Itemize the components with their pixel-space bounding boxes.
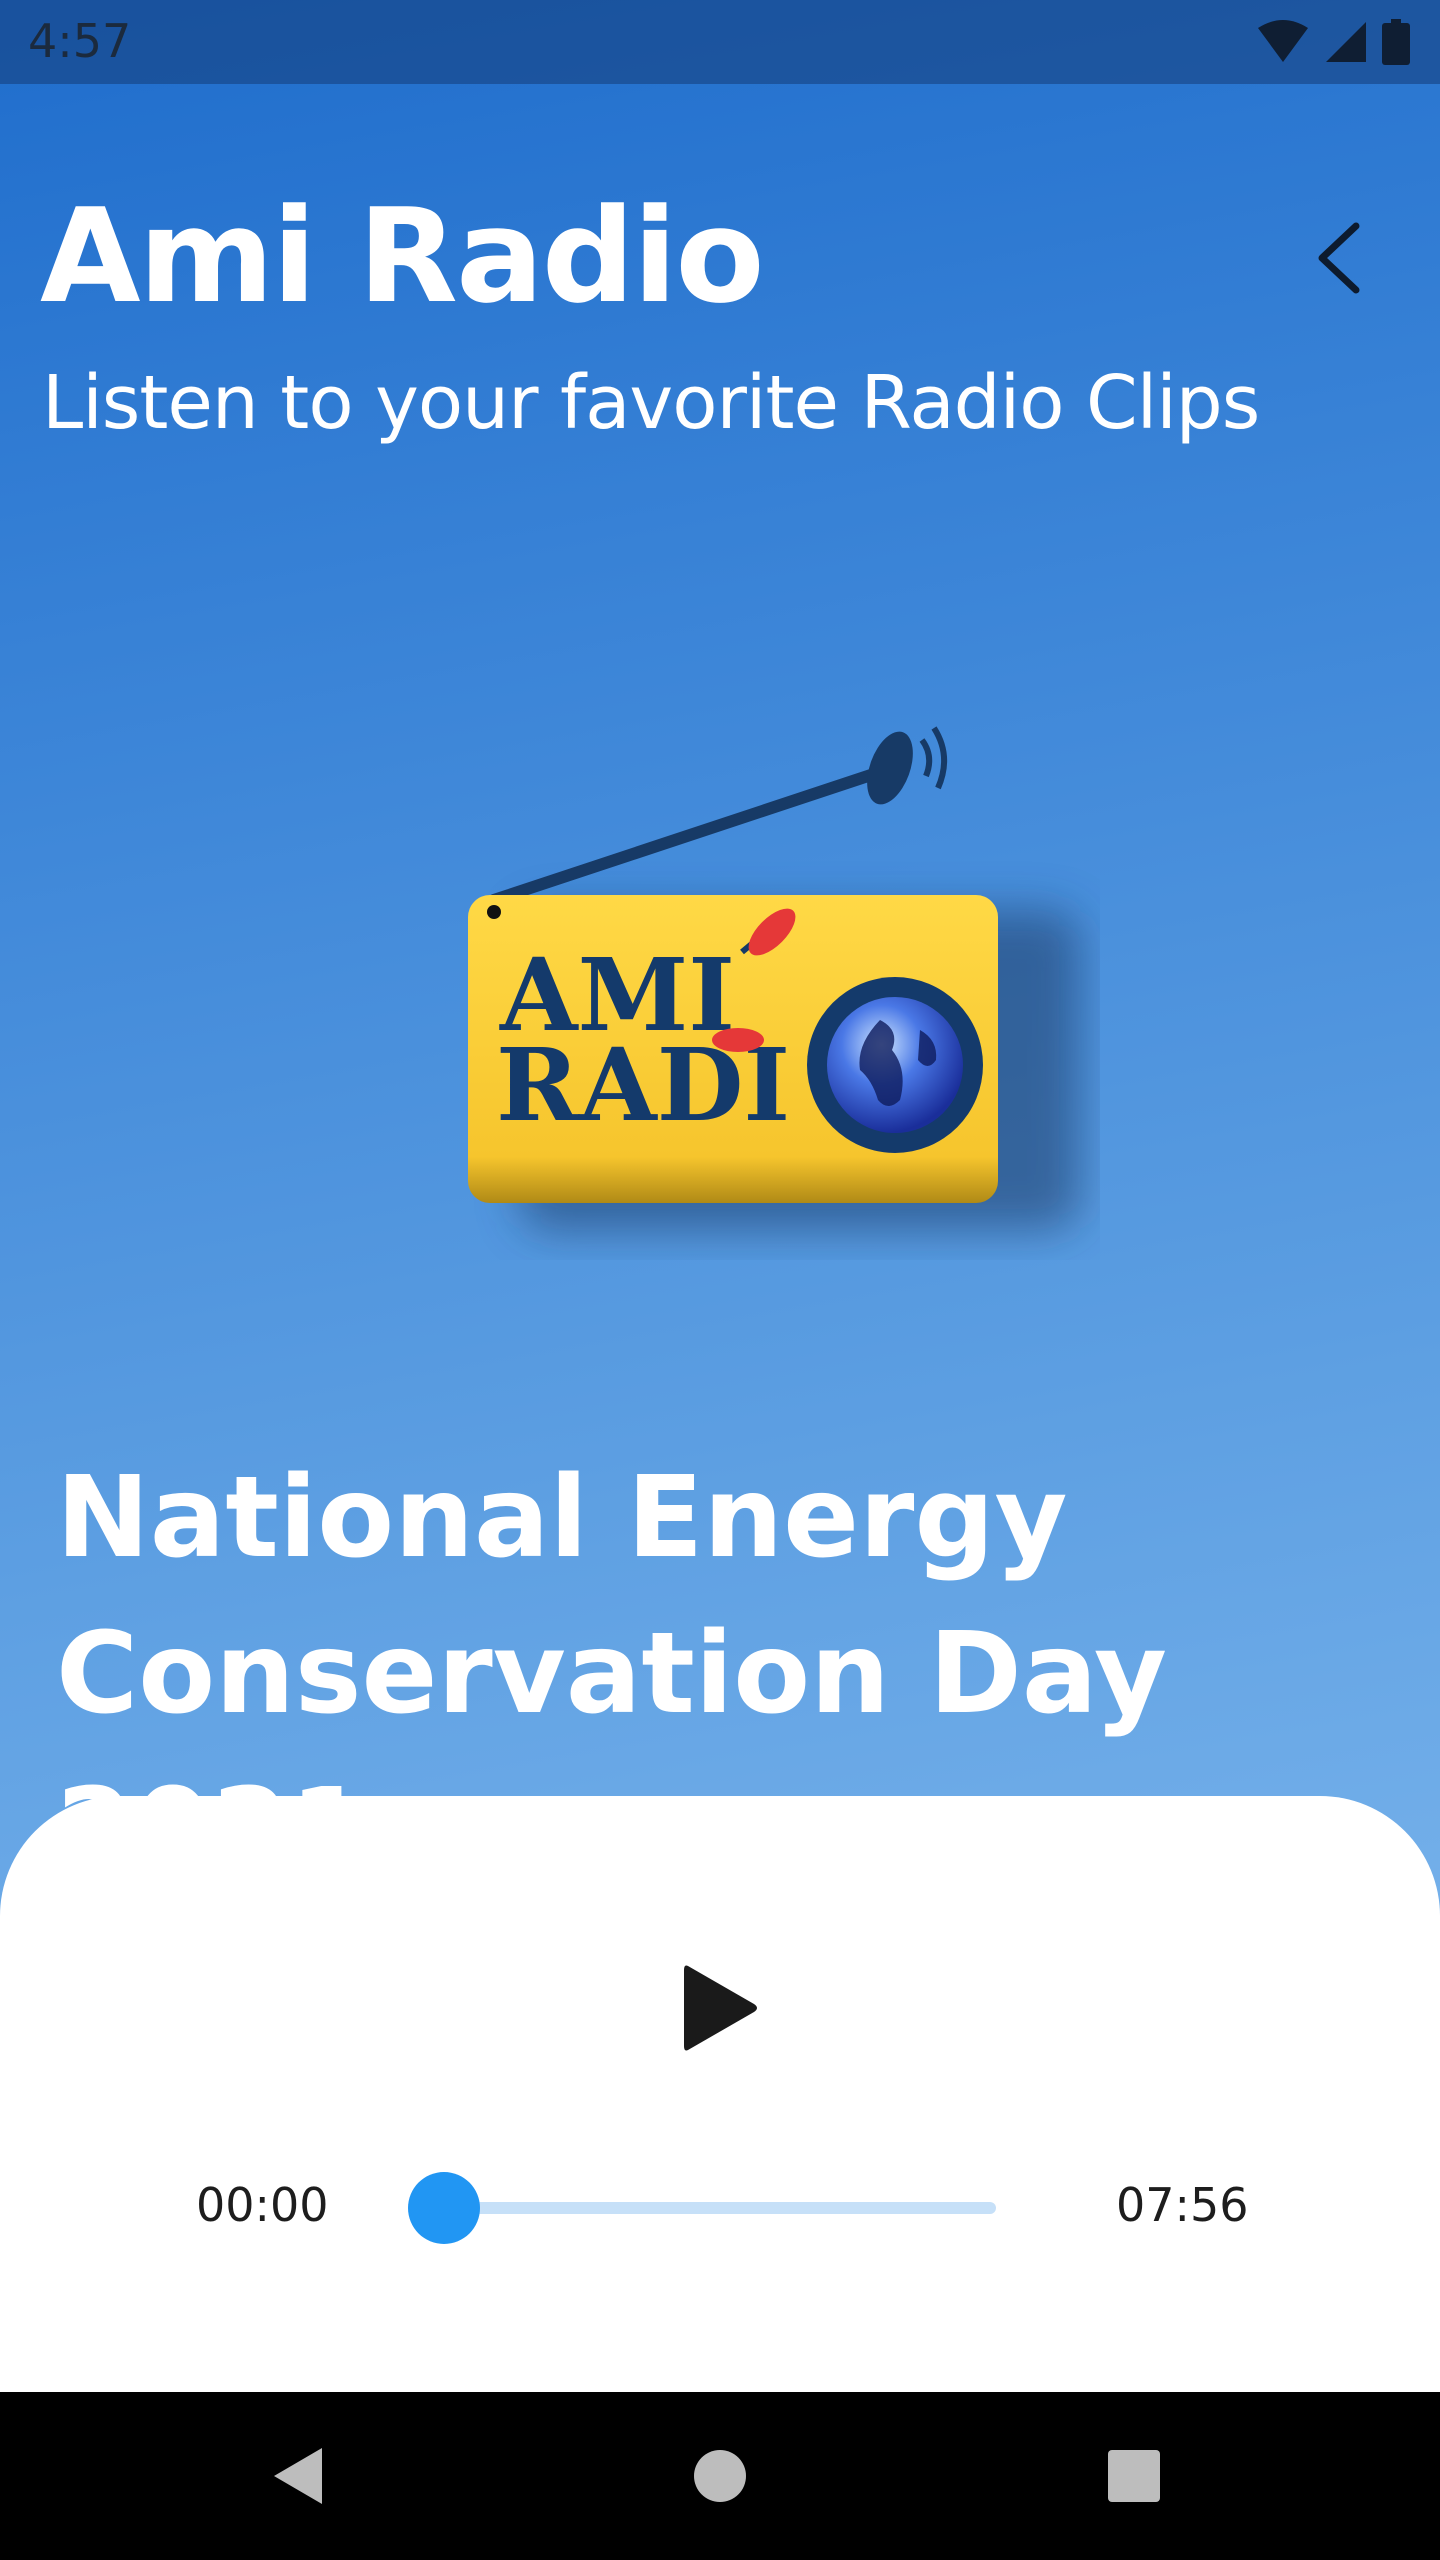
signal-icon — [1326, 22, 1366, 62]
recents-square-icon — [1108, 2450, 1160, 2502]
player-panel — [0, 1796, 1440, 2396]
current-time: 00:00 — [196, 2178, 329, 2232]
system-nav-bar — [0, 2392, 1440, 2560]
nav-home-button[interactable] — [680, 2436, 760, 2516]
status-time: 4:57 — [28, 14, 132, 68]
status-bar: 4:57 — [0, 0, 1440, 84]
nav-back-button[interactable] — [260, 2436, 340, 2516]
status-icons — [1256, 16, 1410, 68]
app-subtitle: Listen to your favorite Radio Clips — [42, 360, 1260, 446]
play-icon — [684, 1965, 757, 2051]
seek-thumb[interactable] — [408, 2172, 480, 2244]
play-button[interactable] — [666, 1950, 774, 2066]
wifi-icon — [1258, 20, 1308, 62]
battery-icon — [1382, 19, 1410, 65]
seek-bar[interactable] — [440, 2202, 996, 2214]
total-time: 07:56 — [1116, 2178, 1249, 2232]
chevron-left-icon — [1318, 222, 1360, 294]
nav-recents-button[interactable] — [1094, 2436, 1174, 2516]
back-button[interactable] — [1290, 210, 1386, 306]
ami-radio-logo: AMI RADI — [468, 726, 1080, 1230]
back-triangle-icon — [274, 2448, 322, 2504]
app-title: Ami Radio — [40, 180, 765, 332]
home-circle-icon — [694, 2450, 746, 2502]
